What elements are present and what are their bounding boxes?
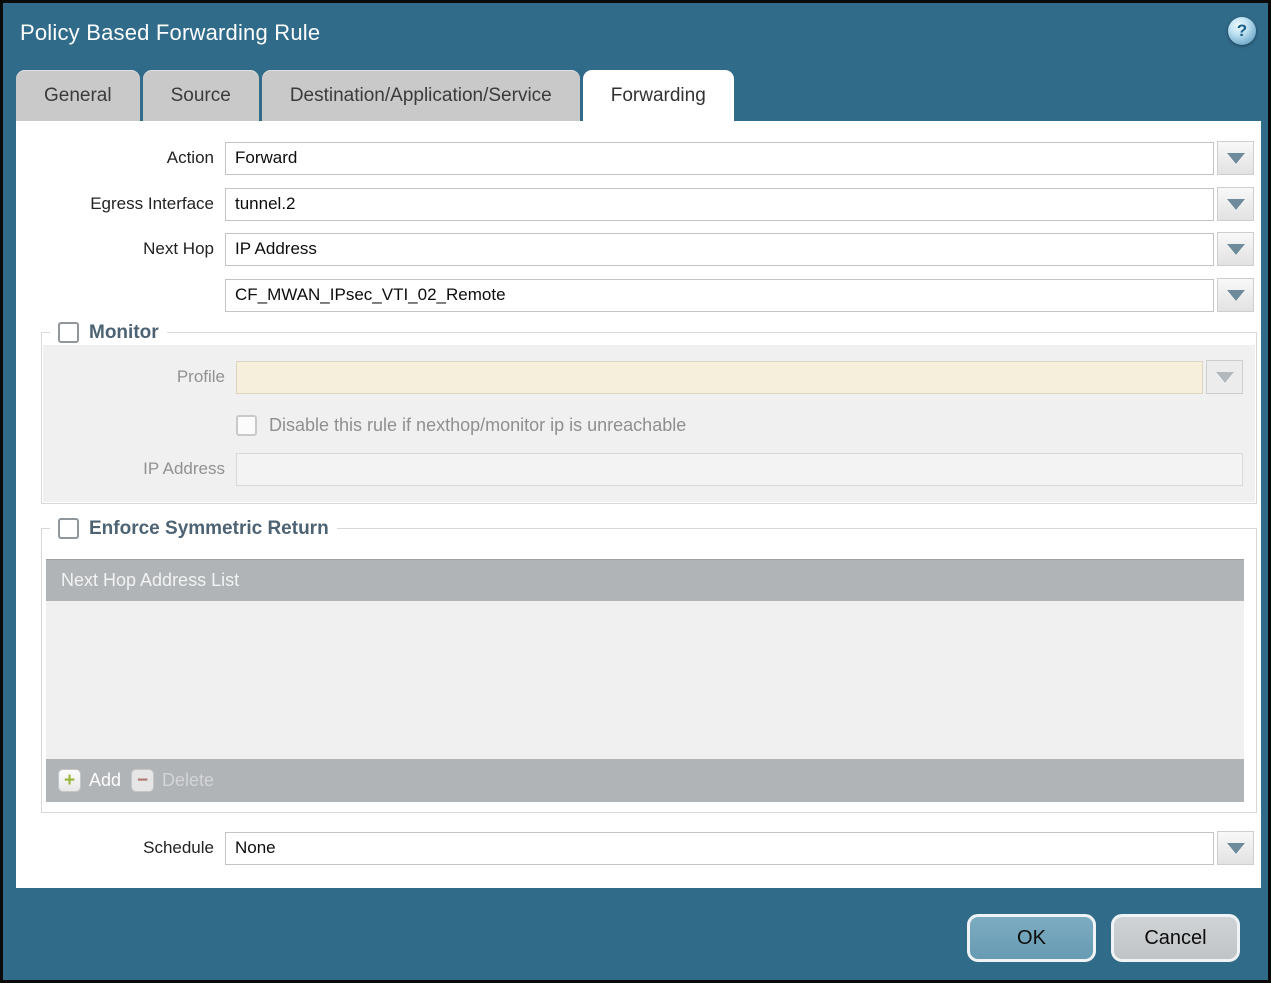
tab-source[interactable]: Source <box>143 70 259 121</box>
chevron-down-icon <box>1216 372 1234 383</box>
next-hop-label: Next Hop <box>16 239 214 259</box>
monitor-ip-address-input <box>236 453 1243 486</box>
schedule-label: Schedule <box>16 838 214 858</box>
cancel-button[interactable]: Cancel <box>1111 914 1240 962</box>
next-hop-row: Next Hop IP Address <box>16 232 1254 266</box>
enforce-symmetric-return-title: Enforce Symmetric Return <box>89 518 329 540</box>
monitor-checkbox[interactable] <box>58 322 79 343</box>
table-footer-bar: + Add − Delete <box>46 759 1244 802</box>
next-hop-dropdown-button[interactable] <box>1217 232 1254 266</box>
schedule-dropdown-button[interactable] <box>1217 831 1254 865</box>
add-button[interactable]: + Add <box>58 769 121 792</box>
disable-rule-checkbox <box>236 415 257 436</box>
monitor-disable-rule-row: Disable this rule if nexthop/monitor ip … <box>41 408 1243 442</box>
add-button-label: Add <box>89 770 121 791</box>
disable-rule-label: Disable this rule if nexthop/monitor ip … <box>269 415 686 436</box>
delete-button: − Delete <box>131 769 214 792</box>
next-hop-address-select[interactable]: CF_MWAN_IPsec_VTI_02_Remote <box>225 279 1214 312</box>
next-hop-address-list-table: Next Hop Address List + Add − Delete <box>46 559 1244 802</box>
schedule-row: Schedule None <box>16 831 1254 865</box>
chevron-down-icon <box>1227 843 1245 854</box>
profile-dropdown-button <box>1206 360 1243 394</box>
table-header-row: Next Hop Address List <box>46 560 1244 601</box>
egress-interface-label: Egress Interface <box>16 194 214 214</box>
tab-forwarding[interactable]: Forwarding <box>583 70 734 121</box>
action-label: Action <box>16 148 214 168</box>
next-hop-address-dropdown-button[interactable] <box>1217 278 1254 312</box>
delete-minus-icon: − <box>131 769 154 792</box>
dialog-footer: OK Cancel <box>967 914 1240 962</box>
profile-label: Profile <box>41 367 225 387</box>
monitor-profile-row: Profile <box>41 360 1243 394</box>
tab-general[interactable]: General <box>16 70 140 121</box>
egress-interface-select[interactable]: tunnel.2 <box>225 188 1214 221</box>
monitor-ip-address-row: IP Address <box>41 452 1243 486</box>
table-body-empty[interactable] <box>46 601 1244 759</box>
help-glyph: ? <box>1237 21 1247 41</box>
next-hop-type-select[interactable]: IP Address <box>225 233 1214 266</box>
egress-interface-row: Egress Interface tunnel.2 <box>16 187 1254 221</box>
ok-button[interactable]: OK <box>967 914 1096 962</box>
egress-interface-dropdown-button[interactable] <box>1217 187 1254 221</box>
chevron-down-icon <box>1227 244 1245 255</box>
chevron-down-icon <box>1227 290 1245 301</box>
help-icon[interactable]: ? <box>1228 17 1256 45</box>
action-dropdown-button[interactable] <box>1217 141 1254 175</box>
tab-destination-application-service[interactable]: Destination/Application/Service <box>262 70 580 121</box>
delete-button-label: Delete <box>162 770 214 791</box>
monitor-group-title: Monitor <box>89 322 159 344</box>
policy-based-forwarding-dialog: Policy Based Forwarding Rule ? General S… <box>0 0 1271 983</box>
monitor-group: Monitor Profile Disable this rule if nex… <box>41 320 1257 504</box>
next-hop-address-list-header: Next Hop Address List <box>61 570 239 591</box>
profile-select <box>236 361 1203 394</box>
add-plus-icon: + <box>58 769 81 792</box>
action-select[interactable]: Forward <box>225 142 1214 175</box>
forwarding-tab-panel: Action Forward Egress Interface tunnel.2… <box>16 121 1261 888</box>
enforce-symmetric-return-group: Enforce Symmetric Return Next Hop Addres… <box>41 516 1257 813</box>
next-hop-address-row: CF_MWAN_IPsec_VTI_02_Remote <box>16 278 1254 312</box>
chevron-down-icon <box>1227 153 1245 164</box>
schedule-select[interactable]: None <box>225 832 1214 865</box>
tab-bar: General Source Destination/Application/S… <box>16 70 734 121</box>
action-row: Action Forward <box>16 141 1254 175</box>
chevron-down-icon <box>1227 199 1245 210</box>
enforce-symmetric-return-checkbox[interactable] <box>58 518 79 539</box>
dialog-title: Policy Based Forwarding Rule <box>20 20 320 46</box>
monitor-ip-address-label: IP Address <box>41 459 225 479</box>
